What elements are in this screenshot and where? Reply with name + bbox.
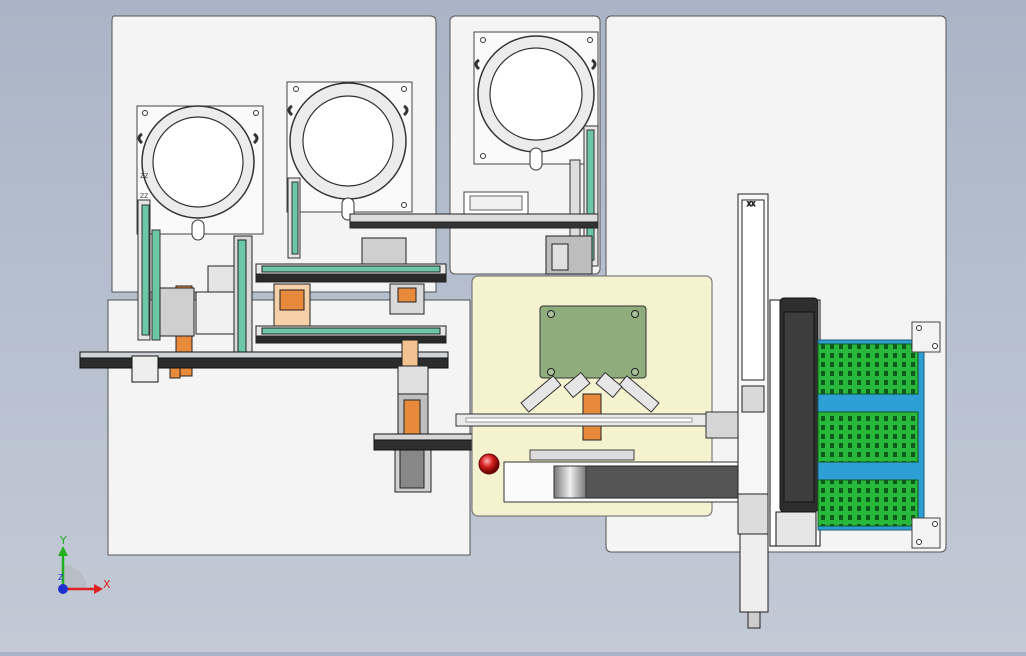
stack-marker-1: ZZ — [140, 173, 148, 180]
work-area — [455, 275, 747, 517]
stack-marker-2: ZZ — [140, 193, 148, 200]
triad-x-label: X — [103, 578, 111, 591]
vertical-column: XX — [737, 193, 769, 629]
tray-rack — [817, 321, 941, 549]
red-ball — [478, 453, 500, 475]
cad-viewport[interactable]: ZZ ZZ XX Y X Z — [0, 0, 1026, 652]
triad-z-label: Z — [58, 573, 64, 582]
triad-y-label: Y — [59, 534, 67, 547]
rotary-table-middle — [286, 81, 413, 221]
cad-drawing: ZZ ZZ XX Y X Z — [58, 15, 947, 629]
green-mounting-plate — [539, 305, 647, 379]
shaft — [553, 465, 587, 499]
motor-housing — [769, 297, 821, 547]
rotary-table-left — [136, 105, 264, 241]
coordinate-triad — [58, 546, 103, 594]
column-cap-label: XX — [747, 201, 755, 208]
